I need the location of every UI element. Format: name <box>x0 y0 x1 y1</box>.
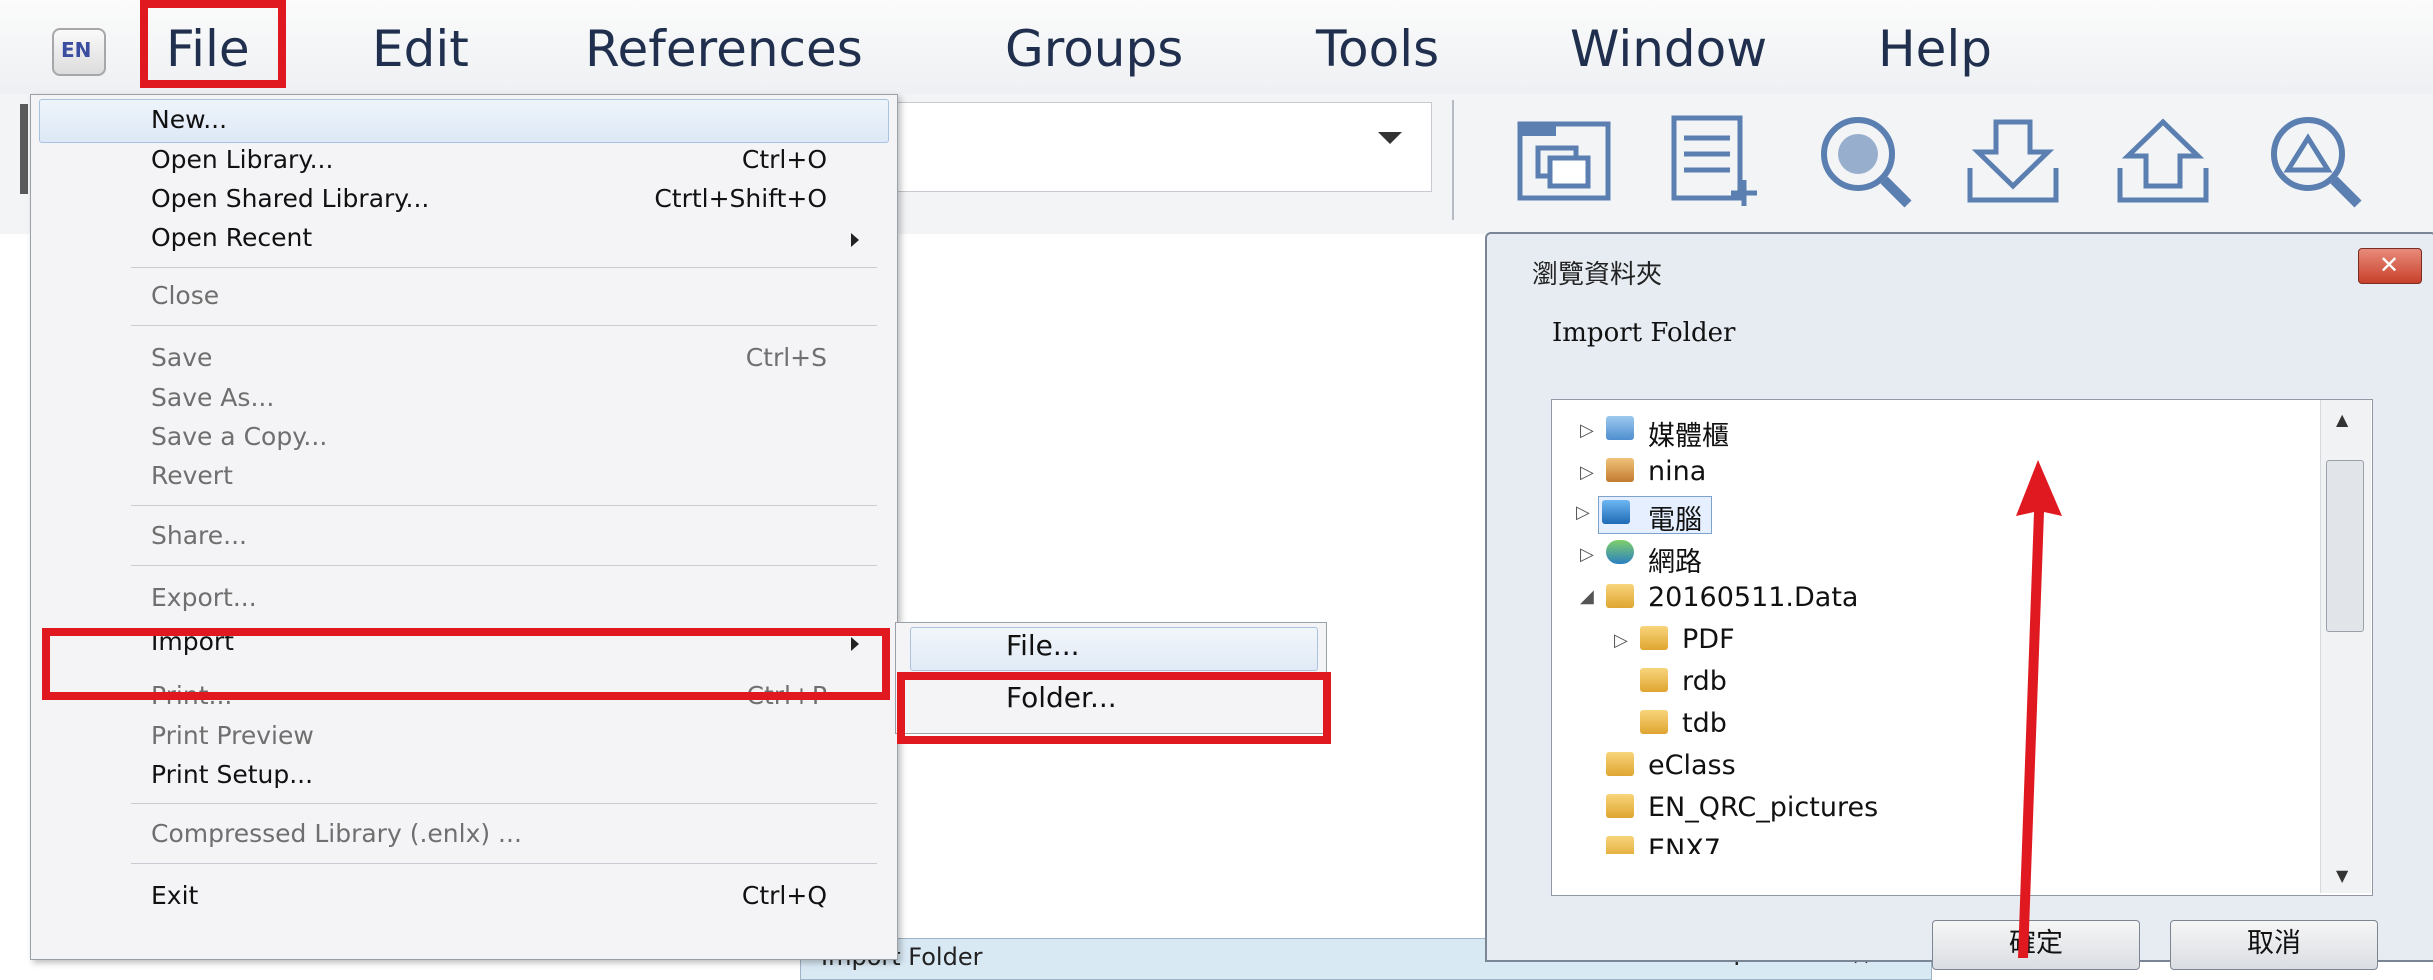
menu-item-open-library[interactable]: Open Library... <box>151 145 333 174</box>
shortcut-exit: Ctrl+Q <box>741 881 827 910</box>
tree-item-data[interactable]: 20160511.Data <box>1648 582 1858 613</box>
menu-item-open-recent[interactable]: Open Recent <box>151 223 312 252</box>
submenu-item-file[interactable]: File... <box>1006 629 1080 662</box>
menu-item-exit[interactable]: Exit <box>151 881 198 910</box>
menu-item-close[interactable]: Close <box>151 281 219 310</box>
tree-item-network[interactable]: 網路 <box>1648 540 1702 579</box>
tree-item-qrc[interactable]: EN_QRC_pictures <box>1648 792 1878 823</box>
tree-item-pdf[interactable]: PDF <box>1682 624 1735 655</box>
folder-icon <box>1640 710 1668 734</box>
tree-clip: ENX7 <box>1552 832 2318 854</box>
folder-icon <box>1606 584 1634 608</box>
scroll-down-icon[interactable]: ▼ <box>2336 866 2348 885</box>
menu-help[interactable]: Help <box>1878 24 1992 74</box>
computer-icon <box>1602 500 1630 524</box>
menu-separator <box>131 505 877 506</box>
dialog-title: 瀏覽資料夾 <box>1532 260 1663 290</box>
tree-item-eclass[interactable]: eClass <box>1648 750 1736 781</box>
menu-item-print-setup[interactable]: Print Setup... <box>151 760 313 789</box>
toolbar-separator <box>1452 100 1454 220</box>
tree-item-nina[interactable]: nina <box>1648 456 1706 487</box>
endnote-app-icon[interactable]: EN <box>52 28 106 76</box>
menu-tools[interactable]: Tools <box>1316 24 1439 74</box>
menu-item-save-copy[interactable]: Save a Copy... <box>151 422 327 451</box>
user-folder-icon <box>1606 458 1634 482</box>
menu-separator <box>131 863 877 864</box>
scroll-up-icon[interactable]: ▲ <box>2336 410 2348 429</box>
menu-separator <box>131 803 877 804</box>
folder-icon <box>1640 626 1668 650</box>
online-search-icon[interactable] <box>1810 110 1920 210</box>
library-folder-icon <box>1606 416 1634 440</box>
tree-item-partial[interactable]: ENX7 <box>1648 834 1721 854</box>
menu-item-open-shared-library[interactable]: Open Shared Library... <box>151 184 429 213</box>
folder-icon <box>1606 752 1634 776</box>
menu-item-share[interactable]: Share... <box>151 521 247 550</box>
tree-item-rdb[interactable]: rdb <box>1682 666 1727 697</box>
folder-icon <box>1606 836 1634 854</box>
menu-separator <box>131 565 877 566</box>
find-fulltext-icon[interactable] <box>2258 110 2368 210</box>
dialog-prompt: Import Folder <box>1552 318 1736 348</box>
submenu-arrow-icon <box>851 233 859 247</box>
scrollbar-thumb[interactable] <box>2326 460 2364 632</box>
shortcut-save: Ctrl+S <box>745 343 827 372</box>
annotation-arrow <box>2016 460 2062 958</box>
folder-icon <box>1640 668 1668 692</box>
menu-groups[interactable]: Groups <box>1005 24 1183 74</box>
expand-icon[interactable]: ▷ <box>1580 462 1594 483</box>
menu-item-save-as[interactable]: Save As... <box>151 383 274 412</box>
submenu-highlight <box>910 627 1318 671</box>
tree-item-tdb[interactable]: tdb <box>1682 708 1727 739</box>
shortcut-open-shared: Ctrtl+Shift+O <box>654 184 827 213</box>
collapse-icon[interactable]: ◢ <box>1580 586 1594 607</box>
annotation-box-folder <box>897 672 1331 744</box>
menu-edit[interactable]: Edit <box>372 24 469 74</box>
annotation-box-file <box>140 0 286 88</box>
menu-window[interactable]: Window <box>1570 24 1767 74</box>
expand-icon[interactable]: ▷ <box>1576 502 1590 523</box>
menu-item-save[interactable]: Save <box>151 343 212 372</box>
shortcut-open-library: Ctrl+O <box>741 145 827 174</box>
menu-references[interactable]: References <box>585 24 863 74</box>
toolbar-grip <box>20 104 28 194</box>
menu-item-print-preview[interactable]: Print Preview <box>151 721 314 750</box>
menu-separator <box>131 325 877 326</box>
expand-icon[interactable]: ▷ <box>1580 544 1594 565</box>
menu-item-new[interactable]: New... <box>151 105 227 134</box>
file-menu: New... Open Library... Ctrl+O Open Share… <box>30 94 898 960</box>
menubar <box>0 0 2433 95</box>
folder-icon <box>1606 794 1634 818</box>
menu-item-revert[interactable]: Revert <box>151 461 233 490</box>
copy-library-icon[interactable] <box>1510 110 1620 210</box>
expand-icon[interactable]: ▷ <box>1614 630 1628 651</box>
network-icon <box>1606 540 1634 564</box>
dialog-close-button[interactable]: ✕ <box>2358 248 2422 284</box>
tree-item-computer[interactable]: 電腦 <box>1648 498 1702 537</box>
folder-tree[interactable]: ▷ 媒體櫃 ▷ nina ▷ 電腦 ▷ 網路 ◢ 20160511.Data ▷… <box>1551 399 2373 896</box>
menu-item-compressed-library[interactable]: Compressed Library (.enlx) ... <box>151 819 522 848</box>
menu-separator <box>131 267 877 268</box>
new-reference-icon[interactable] <box>1660 110 1770 210</box>
cancel-button[interactable]: 取消 <box>2170 920 2378 970</box>
annotation-box-import <box>42 628 890 700</box>
expand-icon[interactable]: ▷ <box>1580 420 1594 441</box>
menu-item-export[interactable]: Export... <box>151 583 257 612</box>
library-style-combo[interactable] <box>880 102 1432 192</box>
close-icon: ✕ <box>2379 251 2400 279</box>
export-icon[interactable] <box>2108 110 2218 210</box>
tree-item-media[interactable]: 媒體櫃 <box>1648 414 1729 453</box>
import-icon[interactable] <box>1958 110 2068 210</box>
chevron-down-icon[interactable] <box>1378 132 1402 144</box>
